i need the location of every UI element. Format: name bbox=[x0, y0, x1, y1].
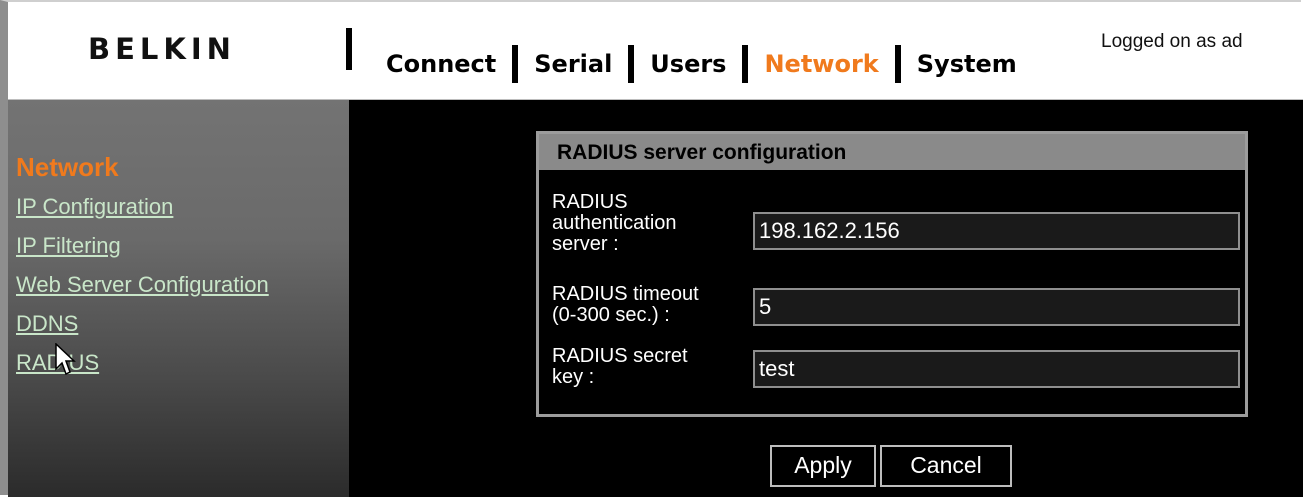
radius-secret-key-input[interactable]: test bbox=[753, 350, 1240, 388]
cancel-button[interactable]: Cancel bbox=[880, 445, 1012, 487]
sidebar-item-ip-configuration[interactable]: IP Configuration bbox=[16, 194, 173, 220]
top-nav: Connect Serial Users Network System bbox=[386, 42, 1017, 86]
label-line: RADIUS secret bbox=[552, 345, 688, 367]
panel-header: RADIUS server configuration bbox=[539, 134, 1245, 170]
mouse-cursor-icon bbox=[55, 343, 76, 376]
sidebar: Network IP Configuration IP Filtering We… bbox=[8, 100, 349, 497]
main-content: RADIUS server configuration RADIUS authe… bbox=[349, 100, 1303, 497]
sidebar-item-web-server-configuration[interactable]: Web Server Configuration bbox=[16, 272, 269, 298]
apply-button[interactable]: Apply bbox=[770, 445, 876, 487]
radius-config-panel: RADIUS server configuration RADIUS authe… bbox=[536, 131, 1248, 417]
label-line: RADIUS timeout bbox=[552, 283, 699, 305]
sidebar-item-ip-filtering[interactable]: IP Filtering bbox=[16, 233, 121, 259]
label-line: server : bbox=[552, 233, 619, 255]
nav-divider bbox=[512, 45, 519, 83]
nav-users[interactable]: Users bbox=[650, 50, 726, 78]
radius-secret-key-label: RADIUS secret key : bbox=[552, 346, 688, 388]
nav-serial[interactable]: Serial bbox=[534, 50, 612, 78]
nav-connect[interactable]: Connect bbox=[386, 50, 496, 78]
nav-divider bbox=[628, 45, 635, 83]
label-line: RADIUS bbox=[552, 191, 628, 213]
panel-title: RADIUS server configuration bbox=[557, 141, 847, 164]
sidebar-title: Network bbox=[16, 152, 119, 182]
nav-network[interactable]: Network bbox=[764, 50, 878, 78]
nav-divider bbox=[894, 45, 901, 83]
radius-timeout-input[interactable]: 5 bbox=[753, 288, 1240, 326]
nav-divider bbox=[742, 45, 749, 83]
belkin-logo: BELKIN bbox=[88, 32, 236, 66]
label-line: (0-300 sec.) : bbox=[552, 304, 670, 326]
radius-auth-server-label: RADIUS authentication server : bbox=[552, 192, 677, 255]
label-line: key : bbox=[552, 366, 595, 388]
radius-auth-server-input[interactable]: 198.162.2.156 bbox=[753, 212, 1240, 250]
label-line: authentication bbox=[552, 212, 677, 234]
sidebar-item-ddns[interactable]: DDNS bbox=[16, 311, 78, 337]
header: BELKIN Connect Serial Users Network Syst… bbox=[8, 2, 1303, 100]
nav-system[interactable]: System bbox=[917, 50, 1017, 78]
logged-on-text: Logged on as ad bbox=[1101, 31, 1243, 52]
radius-timeout-label: RADIUS timeout (0-300 sec.) : bbox=[552, 284, 699, 326]
logo-divider bbox=[346, 28, 352, 70]
